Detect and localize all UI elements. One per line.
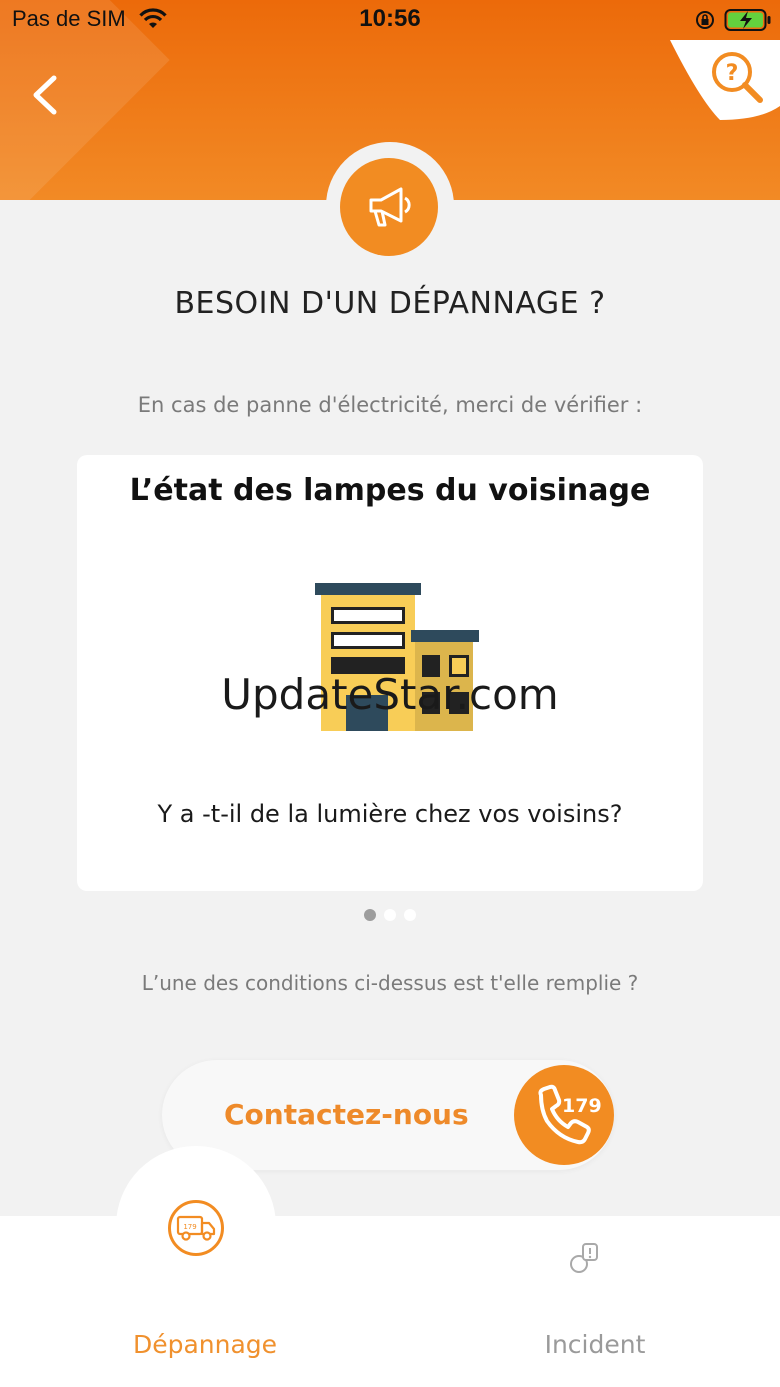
pagination-dot[interactable] (384, 909, 396, 921)
carousel-pagination (0, 909, 780, 921)
chevron-left-icon (33, 75, 57, 115)
banner-icon-circle (340, 158, 438, 256)
tab-depannage[interactable]: Dépannage (80, 1256, 330, 1376)
page-title: BESOIN D'UN DÉPANNAGE ? (174, 286, 606, 321)
card-question: Y a -t-il de la lumière chez vos voisins… (157, 800, 623, 828)
tab-depannage-icon-wrap[interactable]: 179 (158, 1190, 234, 1266)
tab-depannage-label: Dépannage (132, 1330, 278, 1359)
intro-text: En cas de panne d'électricité, merci de … (137, 393, 643, 417)
truck-icon: 179 (176, 1215, 216, 1241)
incident-icon (570, 1243, 598, 1273)
status-time: 10:56 (359, 5, 421, 32)
status-bar: Pas de SIM 10:56 (0, 0, 780, 40)
back-button[interactable] (24, 70, 68, 120)
pagination-dot-active[interactable] (364, 909, 376, 921)
conditions-question: L’une des conditions ci-dessus est t'ell… (141, 971, 639, 995)
tab-incident[interactable]: Incident (470, 1226, 720, 1376)
help-button[interactable]: ? (708, 48, 766, 106)
phone-circle: 179 (514, 1065, 614, 1165)
tab-depannage-ring: 179 (168, 1200, 224, 1256)
tab-incident-label: Incident (544, 1330, 646, 1359)
phone-number: 179 (562, 1095, 602, 1117)
svg-text:?: ? (726, 61, 739, 86)
orientation-lock-icon (696, 11, 714, 29)
pagination-dot[interactable] (404, 909, 416, 921)
tab-bar: 179 Dépannage Incident (0, 1146, 780, 1387)
megaphone-icon (369, 187, 411, 227)
help-magnifier-icon: ? (712, 52, 763, 103)
watermark-text: UpdateStar.com (221, 670, 559, 719)
battery-icon (724, 9, 771, 31)
info-card[interactable]: L’état des lampes du voisinage UpdateSta… (77, 455, 703, 891)
tab-depannage-icon-number: 179 (183, 1223, 196, 1231)
card-title: L’état des lampes du voisinage (129, 473, 651, 508)
contact-label: Contactez-nous (224, 1098, 469, 1131)
